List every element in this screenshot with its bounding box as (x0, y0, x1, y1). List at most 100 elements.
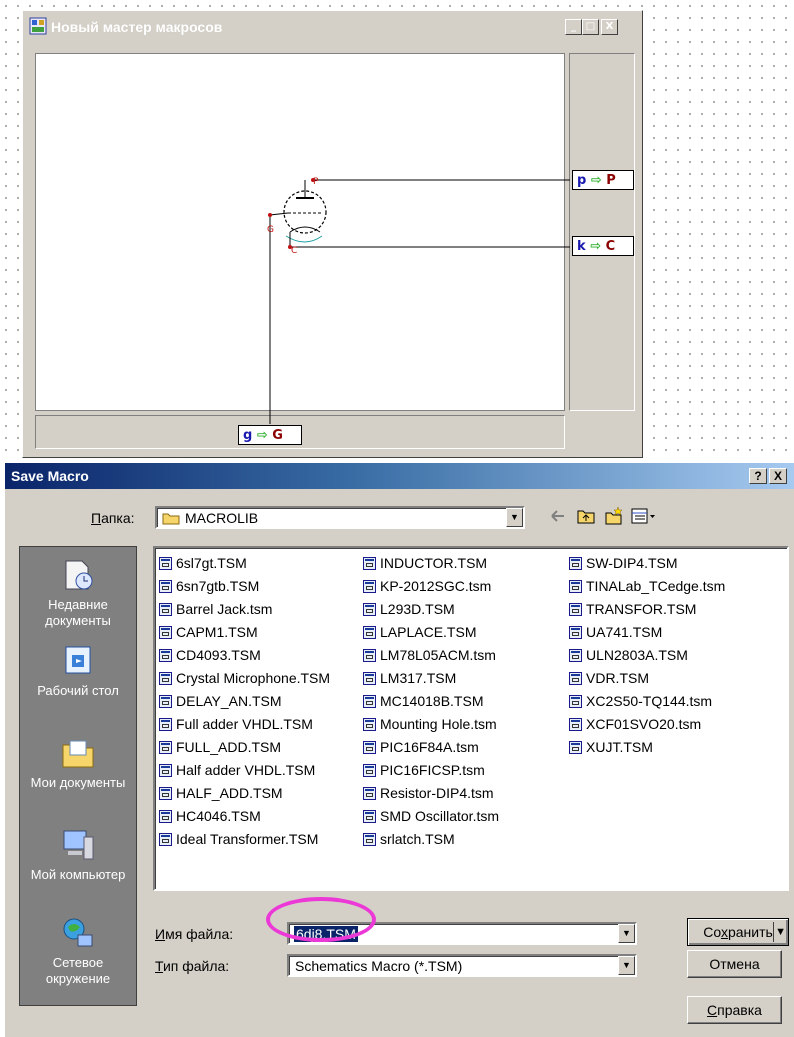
file-item[interactable]: KP-2012SGC.tsm (363, 575, 499, 598)
file-item[interactable]: MC14018B.TSM (363, 690, 499, 713)
save-macro-dialog: Save Macro ? X Папка: MACROLIB ▼ Недавни… (5, 463, 794, 1037)
file-item[interactable]: HALF_ADD.TSM (159, 782, 330, 805)
file-item[interactable]: srlatch.TSM (363, 828, 499, 851)
file-item[interactable]: HC4046.TSM (159, 805, 330, 828)
file-item[interactable]: SW-DIP4.TSM (569, 552, 725, 575)
chevron-down-icon[interactable]: ▼ (775, 919, 786, 945)
pin-k[interactable]: k ⇨ C (572, 236, 634, 256)
macro-file-icon (363, 603, 376, 616)
app-icon (29, 17, 47, 35)
file-item[interactable]: INDUCTOR.TSM (363, 552, 499, 575)
help-button[interactable]: Справка (687, 996, 782, 1024)
file-item[interactable]: PIC16FICSP.tsm (363, 759, 499, 782)
desktop-icon (65, 646, 91, 674)
cancel-button[interactable]: Отмена (687, 950, 782, 978)
file-item[interactable]: TINALab_TCedge.tsm (569, 575, 725, 598)
file-name: DELAY_AN.TSM (176, 693, 282, 709)
place-network[interactable]: Сетевое окружение (20, 915, 136, 987)
file-item[interactable]: 6sl7gt.TSM (159, 552, 330, 575)
chevron-down-icon[interactable]: ▼ (506, 508, 523, 527)
file-item[interactable]: ULN2803A.TSM (569, 644, 725, 667)
file-column-3: SW-DIP4.TSM TINALab_TCedge.tsm TRANSFOR.TS… (569, 552, 725, 759)
macro-file-icon (569, 649, 582, 662)
file-item[interactable]: XUJT.TSM (569, 736, 725, 759)
file-item[interactable]: PIC16F84A.tsm (363, 736, 499, 759)
file-name: MC14018B.TSM (380, 693, 484, 709)
dialog-title-bar[interactable]: Save Macro ? X (5, 463, 794, 489)
right-pin-panel (569, 53, 635, 411)
view-menu-icon[interactable] (630, 506, 656, 526)
new-folder-icon[interactable] (604, 506, 624, 526)
macro-file-icon (363, 649, 376, 662)
file-item[interactable]: LM317.TSM (363, 667, 499, 690)
file-item[interactable]: Full adder VHDL.TSM (159, 713, 330, 736)
wizard-title: Новый мастер макросов (51, 19, 223, 35)
file-name: SW-DIP4.TSM (586, 555, 678, 571)
minimize-button[interactable]: _ (565, 19, 582, 35)
file-item[interactable]: Half adder VHDL.TSM (159, 759, 330, 782)
macro-file-icon (363, 741, 376, 754)
file-name: KP-2012SGC.tsm (380, 578, 492, 594)
file-item[interactable]: UA741.TSM (569, 621, 725, 644)
file-item[interactable]: LM78L05ACM.tsm (363, 644, 499, 667)
macro-file-icon (569, 603, 582, 616)
folder-combo[interactable]: MACROLIB ▼ (155, 506, 525, 529)
file-name: Resistor-DIP4.tsm (380, 785, 494, 801)
file-item[interactable]: LAPLACE.TSM (363, 621, 499, 644)
file-item[interactable]: FULL_ADD.TSM (159, 736, 330, 759)
file-item[interactable]: TRANSFOR.TSM (569, 598, 725, 621)
file-item[interactable]: Resistor-DIP4.tsm (363, 782, 499, 805)
macro-file-icon (159, 580, 172, 593)
save-button[interactable]: Сохранить ▼ (687, 918, 789, 946)
filename-field[interactable]: 6dj8.TSM ▼ (287, 922, 637, 945)
pin-g[interactable]: g ⇨ G (238, 425, 302, 445)
macro-file-icon (569, 580, 582, 593)
macro-file-icon (363, 833, 376, 846)
file-item[interactable]: CD4093.TSM (159, 644, 330, 667)
file-name: FULL_ADD.TSM (176, 739, 282, 755)
file-item[interactable]: DELAY_AN.TSM (159, 690, 330, 713)
file-item[interactable]: Barrel Jack.tsm (159, 598, 330, 621)
wizard-title-bar[interactable]: Новый мастер макросов _ □ X (25, 13, 640, 41)
place-my-documents[interactable]: Мои документы (20, 735, 136, 791)
pin-p[interactable]: p ⇨ P (572, 170, 634, 190)
file-column-1: 6sl7gt.TSM 6sn7gtb.TSM Barrel Jack.tsm CAPM… (159, 552, 330, 851)
file-item[interactable]: L293D.TSM (363, 598, 499, 621)
file-name: VDR.TSM (586, 670, 649, 686)
file-name: ULN2803A.TSM (586, 647, 688, 663)
back-icon[interactable] (548, 506, 568, 526)
file-item[interactable]: SMD Oscillator.tsm (363, 805, 499, 828)
macro-file-icon (159, 764, 172, 777)
file-name: LM317.TSM (380, 670, 457, 686)
close-caption-button[interactable]: X (769, 468, 787, 484)
file-item[interactable]: CAPM1.TSM (159, 621, 330, 644)
file-item[interactable]: Mounting Hole.tsm (363, 713, 499, 736)
file-item[interactable]: VDR.TSM (569, 667, 725, 690)
file-list[interactable]: 6sl7gt.TSM 6sn7gtb.TSM Barrel Jack.tsm CAPM… (153, 546, 789, 891)
place-my-computer[interactable]: Мой компьютер (20, 827, 136, 883)
up-folder-icon[interactable] (576, 506, 596, 526)
folder-icon (162, 513, 180, 525)
file-name: LM78L05ACM.tsm (380, 647, 496, 663)
file-item[interactable]: Ideal Transformer.TSM (159, 828, 330, 851)
file-name: SMD Oscillator.tsm (380, 808, 500, 824)
place-desktop[interactable]: Рабочий стол (20, 643, 136, 699)
place-recent[interactable]: Недавние документы (20, 557, 136, 629)
places-bar: Недавние документы Рабочий стол Мои доку… (19, 546, 137, 1006)
maximize-button[interactable]: □ (582, 19, 599, 35)
chevron-down-icon[interactable]: ▼ (618, 924, 635, 943)
schematic-canvas[interactable] (35, 53, 565, 411)
macro-file-icon (159, 810, 172, 823)
help-caption-button[interactable]: ? (749, 468, 767, 484)
file-item[interactable]: XC2S50-TQ144.tsm (569, 690, 725, 713)
close-button[interactable]: X (601, 19, 618, 35)
filename-label: Имя файла: (155, 926, 234, 942)
filetype-select[interactable]: Schematics Macro (*.TSM) ▼ (287, 954, 637, 977)
chevron-down-icon[interactable]: ▼ (618, 956, 635, 975)
macro-file-icon (159, 741, 172, 754)
file-item[interactable]: Crystal Microphone.TSM (159, 667, 330, 690)
macro-file-icon (363, 787, 376, 800)
arrow-right-icon: ⇨ (590, 173, 602, 188)
file-item[interactable]: XCF01SVO20.tsm (569, 713, 725, 736)
file-item[interactable]: 6sn7gtb.TSM (159, 575, 330, 598)
